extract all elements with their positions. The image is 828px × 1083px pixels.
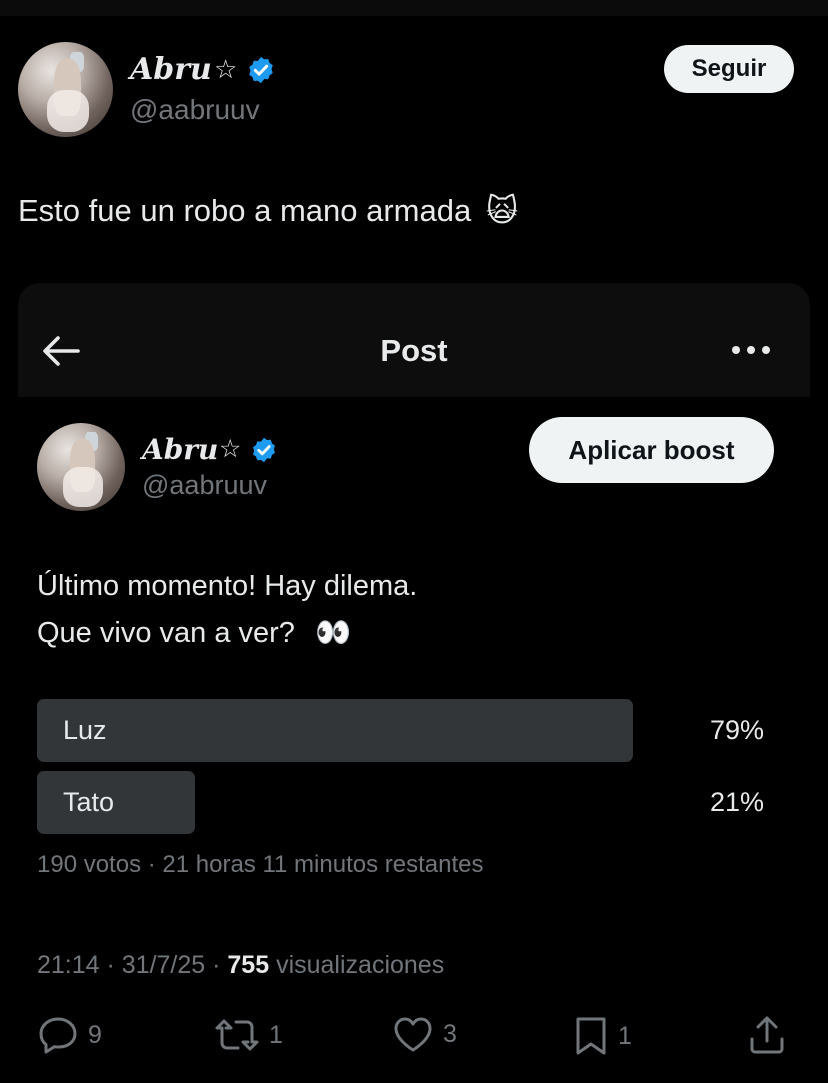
like-button[interactable]: 3 [392, 1015, 457, 1053]
poll-bar-luz [37, 699, 633, 762]
embedded-post-text: Último momento! Hay dilema. Que vivo van… [37, 563, 417, 657]
share-icon [750, 1016, 784, 1054]
repost-count: 1 [269, 1020, 283, 1049]
poll-option-label: Luz [63, 715, 107, 745]
bookmark-button[interactable]: 1 [573, 1015, 632, 1057]
bookmark-icon [576, 1017, 606, 1055]
star-glyph: ☆ [214, 54, 238, 84]
repost-button[interactable]: 1 [214, 1015, 283, 1055]
tweet-text-body: Esto fue un robo a mano armada [18, 193, 472, 228]
poll-option-tato: Tato [37, 771, 633, 834]
embedded-verified-badge-icon [253, 437, 275, 463]
poll-meta: 190 votos · 21 horas 11 minutos restante… [37, 851, 484, 878]
boost-button[interactable]: Aplicar boost [529, 417, 774, 483]
display-name[interactable]: Abru [130, 52, 212, 87]
poll-percent: 21% [709, 787, 764, 817]
views-label: visualizaciones [269, 951, 445, 979]
eyes-emoji: 👀 [314, 617, 352, 649]
avatar[interactable] [18, 42, 113, 137]
scream-cat-emoji: 🙀 [485, 193, 519, 228]
more-options-icon[interactable] [730, 340, 772, 360]
post-text-line-2-body: Que vivo van a ver? [37, 617, 295, 649]
timestamp-row: 21:14 · 31/7/25 · 755 visualizaciones [37, 951, 444, 980]
embedded-display-name[interactable]: Abru [142, 433, 218, 466]
views-count[interactable]: 755 [227, 951, 269, 979]
embedded-star-glyph: ☆ [219, 435, 242, 463]
verified-badge-icon [249, 56, 273, 84]
post-text-line-1: Último momento! Hay dilema. [37, 570, 418, 602]
repost-icon [215, 1019, 259, 1051]
poll-bar-tato [37, 771, 196, 834]
reply-count: 9 [88, 1020, 102, 1049]
tweet-text: Esto fue un robo a mano armada 🙀 [18, 193, 518, 229]
reply-button[interactable]: 9 [37, 1015, 102, 1055]
header-title: Post [380, 333, 448, 368]
reply-icon [39, 1017, 77, 1054]
embedded-avatar[interactable] [37, 423, 125, 511]
share-button[interactable] [748, 1015, 786, 1055]
status-strip [0, 0, 828, 16]
embedded-handle[interactable]: @aabruuv [142, 470, 267, 501]
follow-button[interactable]: Seguir [664, 45, 794, 93]
like-count: 3 [443, 1019, 457, 1048]
heart-icon [394, 1017, 432, 1052]
poll-option-label: Tato [63, 787, 115, 817]
poll-option-luz: Luz [37, 699, 633, 762]
poll-percent: 79% [709, 715, 764, 745]
bookmark-count: 1 [618, 1021, 632, 1050]
timestamp: 21:14 · 31/7/25 · [37, 951, 228, 979]
post-text-line-2: Que vivo van a ver? 👀 [37, 610, 417, 657]
handle[interactable]: @aabruuv [130, 94, 260, 126]
